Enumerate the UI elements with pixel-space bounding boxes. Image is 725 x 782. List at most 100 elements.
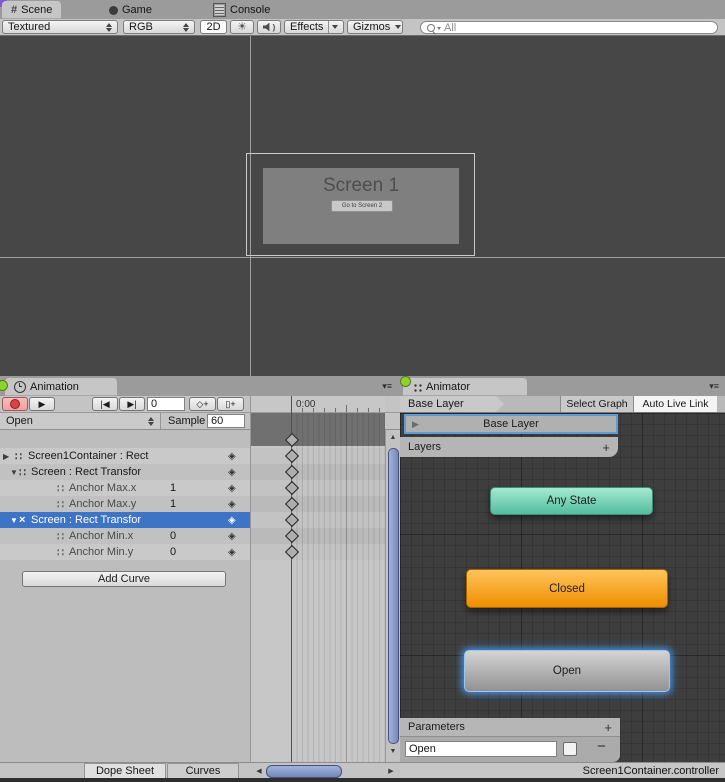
add-event-button[interactable]: ▯+ xyxy=(217,397,244,411)
scene-audio-button[interactable]: ) xyxy=(257,20,281,34)
keyframe-diamond-icon[interactable]: ◈ xyxy=(228,483,236,494)
horizontal-scroll-thumb[interactable] xyxy=(266,765,342,778)
channels-label: RGB xyxy=(129,21,153,33)
state-node-open-selected[interactable]: Open xyxy=(464,650,670,692)
keyframe-diamond-icon[interactable]: ◈ xyxy=(228,531,236,542)
keyframe-diamond-icon[interactable]: ◈ xyxy=(228,499,236,510)
scroll-down-icon[interactable]: ▼ xyxy=(386,748,400,755)
select-graph-button[interactable]: Select Graph xyxy=(560,396,633,412)
tab-animation-label: Animation xyxy=(30,381,79,393)
layer-expand-icon[interactable]: ▶ xyxy=(412,419,419,430)
expand-arrow-icon[interactable]: ▼ xyxy=(10,468,18,477)
effects-label: Effects xyxy=(290,21,323,33)
scroll-up-icon[interactable]: ▲ xyxy=(386,434,400,441)
live-link-indicator xyxy=(400,376,411,387)
controller-path-label: Screen1Container.controller xyxy=(583,765,719,777)
keyframe-diamond-icon[interactable]: ◈ xyxy=(228,467,236,478)
keyframe-diamond-icon[interactable]: ◈ xyxy=(228,515,236,526)
state-node-closed[interactable]: Closed xyxy=(466,569,668,608)
effects-dropdown[interactable]: Effects xyxy=(284,20,344,34)
tab-game[interactable]: Game xyxy=(100,1,161,19)
expand-arrow-icon[interactable]: ▼ xyxy=(10,516,18,525)
parameters-header[interactable]: Parameters + xyxy=(400,718,620,737)
horizontal-scrollbar[interactable]: ◀ ▶ xyxy=(250,764,398,778)
screen1-panel[interactable]: Screen 1 Go to Screen 2 xyxy=(263,168,459,244)
anim-row-anchor-max-y[interactable]: ∷ Anchor Max.y 1 ◈ xyxy=(0,496,250,512)
row-value: 0 xyxy=(170,530,176,542)
breadcrumb-base-layer[interactable]: Base Layer xyxy=(400,396,496,412)
vertical-scroll-thumb[interactable] xyxy=(388,448,399,744)
auto-live-link-label: Auto Live Link xyxy=(643,398,709,410)
state-machine-graph[interactable]: ▶ Base Layer Layers + Any State Closed O… xyxy=(400,413,725,762)
state-node-any-state[interactable]: Any State xyxy=(490,487,653,515)
top-tab-strip: # Scene Game Console xyxy=(0,0,725,19)
tab-game-label: Game xyxy=(122,4,152,16)
state-node-label: Open xyxy=(553,665,581,677)
anim-row-screen-rect2-selected[interactable]: ▼ × Screen : Rect Transfor ◈ xyxy=(0,512,250,528)
scroll-left-icon[interactable]: ◀ xyxy=(252,767,266,775)
add-parameter-button[interactable]: + xyxy=(604,720,612,735)
tab-animation[interactable]: Animation xyxy=(5,378,117,396)
tab-scene-label: Scene xyxy=(21,4,52,16)
dropdown-arrows-icon xyxy=(183,23,189,32)
tab-console[interactable]: Console xyxy=(204,1,279,19)
auto-live-link-button[interactable]: Auto Live Link xyxy=(633,396,717,412)
pane-menu-icon[interactable]: ▾≡ xyxy=(709,382,719,391)
toggle-2d-button[interactable]: 2D xyxy=(200,20,227,34)
vertical-scrollbar[interactable]: ▲ ▼ xyxy=(385,430,400,762)
anim-row-anchor-min-x[interactable]: ∷ Anchor Min.x 0 ◈ xyxy=(0,528,250,544)
tab-scene[interactable]: # Scene xyxy=(2,1,61,19)
first-key-button[interactable]: |◀ xyxy=(92,397,118,411)
parameter-name-value: Open xyxy=(409,743,436,755)
tab-console-label: Console xyxy=(230,4,270,16)
remove-parameter-button[interactable]: − xyxy=(597,738,606,755)
timeline-ruler[interactable]: 0:00 xyxy=(251,396,385,413)
scene-view[interactable]: Screen 1 Go to Screen 2 xyxy=(0,36,725,376)
dopesheet-timeline[interactable]: 0:00 xyxy=(250,396,385,762)
game-icon xyxy=(109,6,118,15)
collapse-arrow-icon[interactable]: ▶ xyxy=(3,452,9,461)
anim-row-screen1container[interactable]: ▶ ∷ Screen1Container : Rect ◈ xyxy=(0,448,250,464)
parameter-name-input[interactable]: Open xyxy=(405,741,557,757)
dope-sheet-tab[interactable]: Dope Sheet xyxy=(84,763,166,778)
scene-grid-icon: # xyxy=(11,4,17,16)
pane-menu-icon[interactable]: ▾≡ xyxy=(382,382,392,391)
current-frame-input[interactable]: 0 xyxy=(147,397,185,411)
go-to-screen2-button[interactable]: Go to Screen 2 xyxy=(331,200,393,212)
dropdown-arrows-icon xyxy=(106,23,112,32)
add-curve-button[interactable]: Add Curve xyxy=(22,571,226,587)
clip-dropdown[interactable]: Open xyxy=(0,413,161,429)
parameter-bool-checkbox[interactable] xyxy=(563,742,577,756)
gizmos-dropdown[interactable]: Gizmos xyxy=(347,20,403,34)
animator-panel: Animator ▾≡ Base Layer Select Graph Auto… xyxy=(400,376,725,778)
parameter-row: Open − xyxy=(400,737,620,762)
scene-toolbar: Textured RGB 2D ☀ ) Effects Gizmos All xyxy=(0,19,725,36)
record-button[interactable] xyxy=(2,397,28,411)
render-channels-dropdown[interactable]: RGB xyxy=(123,20,195,34)
layer-item-label: Base Layer xyxy=(483,418,539,430)
play-icon: ▶ xyxy=(39,399,46,410)
scroll-right-icon[interactable]: ▶ xyxy=(384,767,398,775)
keyframe-diamond-icon[interactable]: ◈ xyxy=(228,451,236,462)
scene-lighting-button[interactable]: ☀ xyxy=(230,20,254,34)
layers-header[interactable]: Layers + xyxy=(400,437,618,457)
keyframe-diamond-icon[interactable]: ◈ xyxy=(228,547,236,558)
tab-animator[interactable]: Animator xyxy=(403,378,527,396)
anim-row-screen-rect1[interactable]: ▼ ∷ Screen : Rect Transfor ◈ xyxy=(0,464,250,480)
gizmos-label: Gizmos xyxy=(353,21,390,33)
scene-search-input[interactable]: All xyxy=(420,21,718,34)
curves-tab[interactable]: Curves xyxy=(167,763,239,778)
anim-row-anchor-min-y[interactable]: ∷ Anchor Min.y 0 ◈ xyxy=(0,544,250,560)
chevron-down-icon xyxy=(328,21,338,33)
add-layer-button[interactable]: + xyxy=(602,440,610,455)
clock-icon xyxy=(14,381,26,393)
dope-sheet-label: Dope Sheet xyxy=(96,765,154,777)
layer-item-base-layer[interactable]: ▶ Base Layer xyxy=(404,414,618,434)
play-button[interactable]: ▶ xyxy=(29,397,55,411)
anim-row-anchor-max-x[interactable]: ∷ Anchor Max.x 1 ◈ xyxy=(0,480,250,496)
sample-rate-input[interactable]: 60 xyxy=(207,414,245,428)
last-key-button[interactable]: ▶| xyxy=(119,397,145,411)
shading-mode-dropdown[interactable]: Textured xyxy=(2,20,118,34)
shading-mode-label: Textured xyxy=(8,21,50,33)
add-keyframe-button[interactable]: ◇+ xyxy=(189,397,216,411)
